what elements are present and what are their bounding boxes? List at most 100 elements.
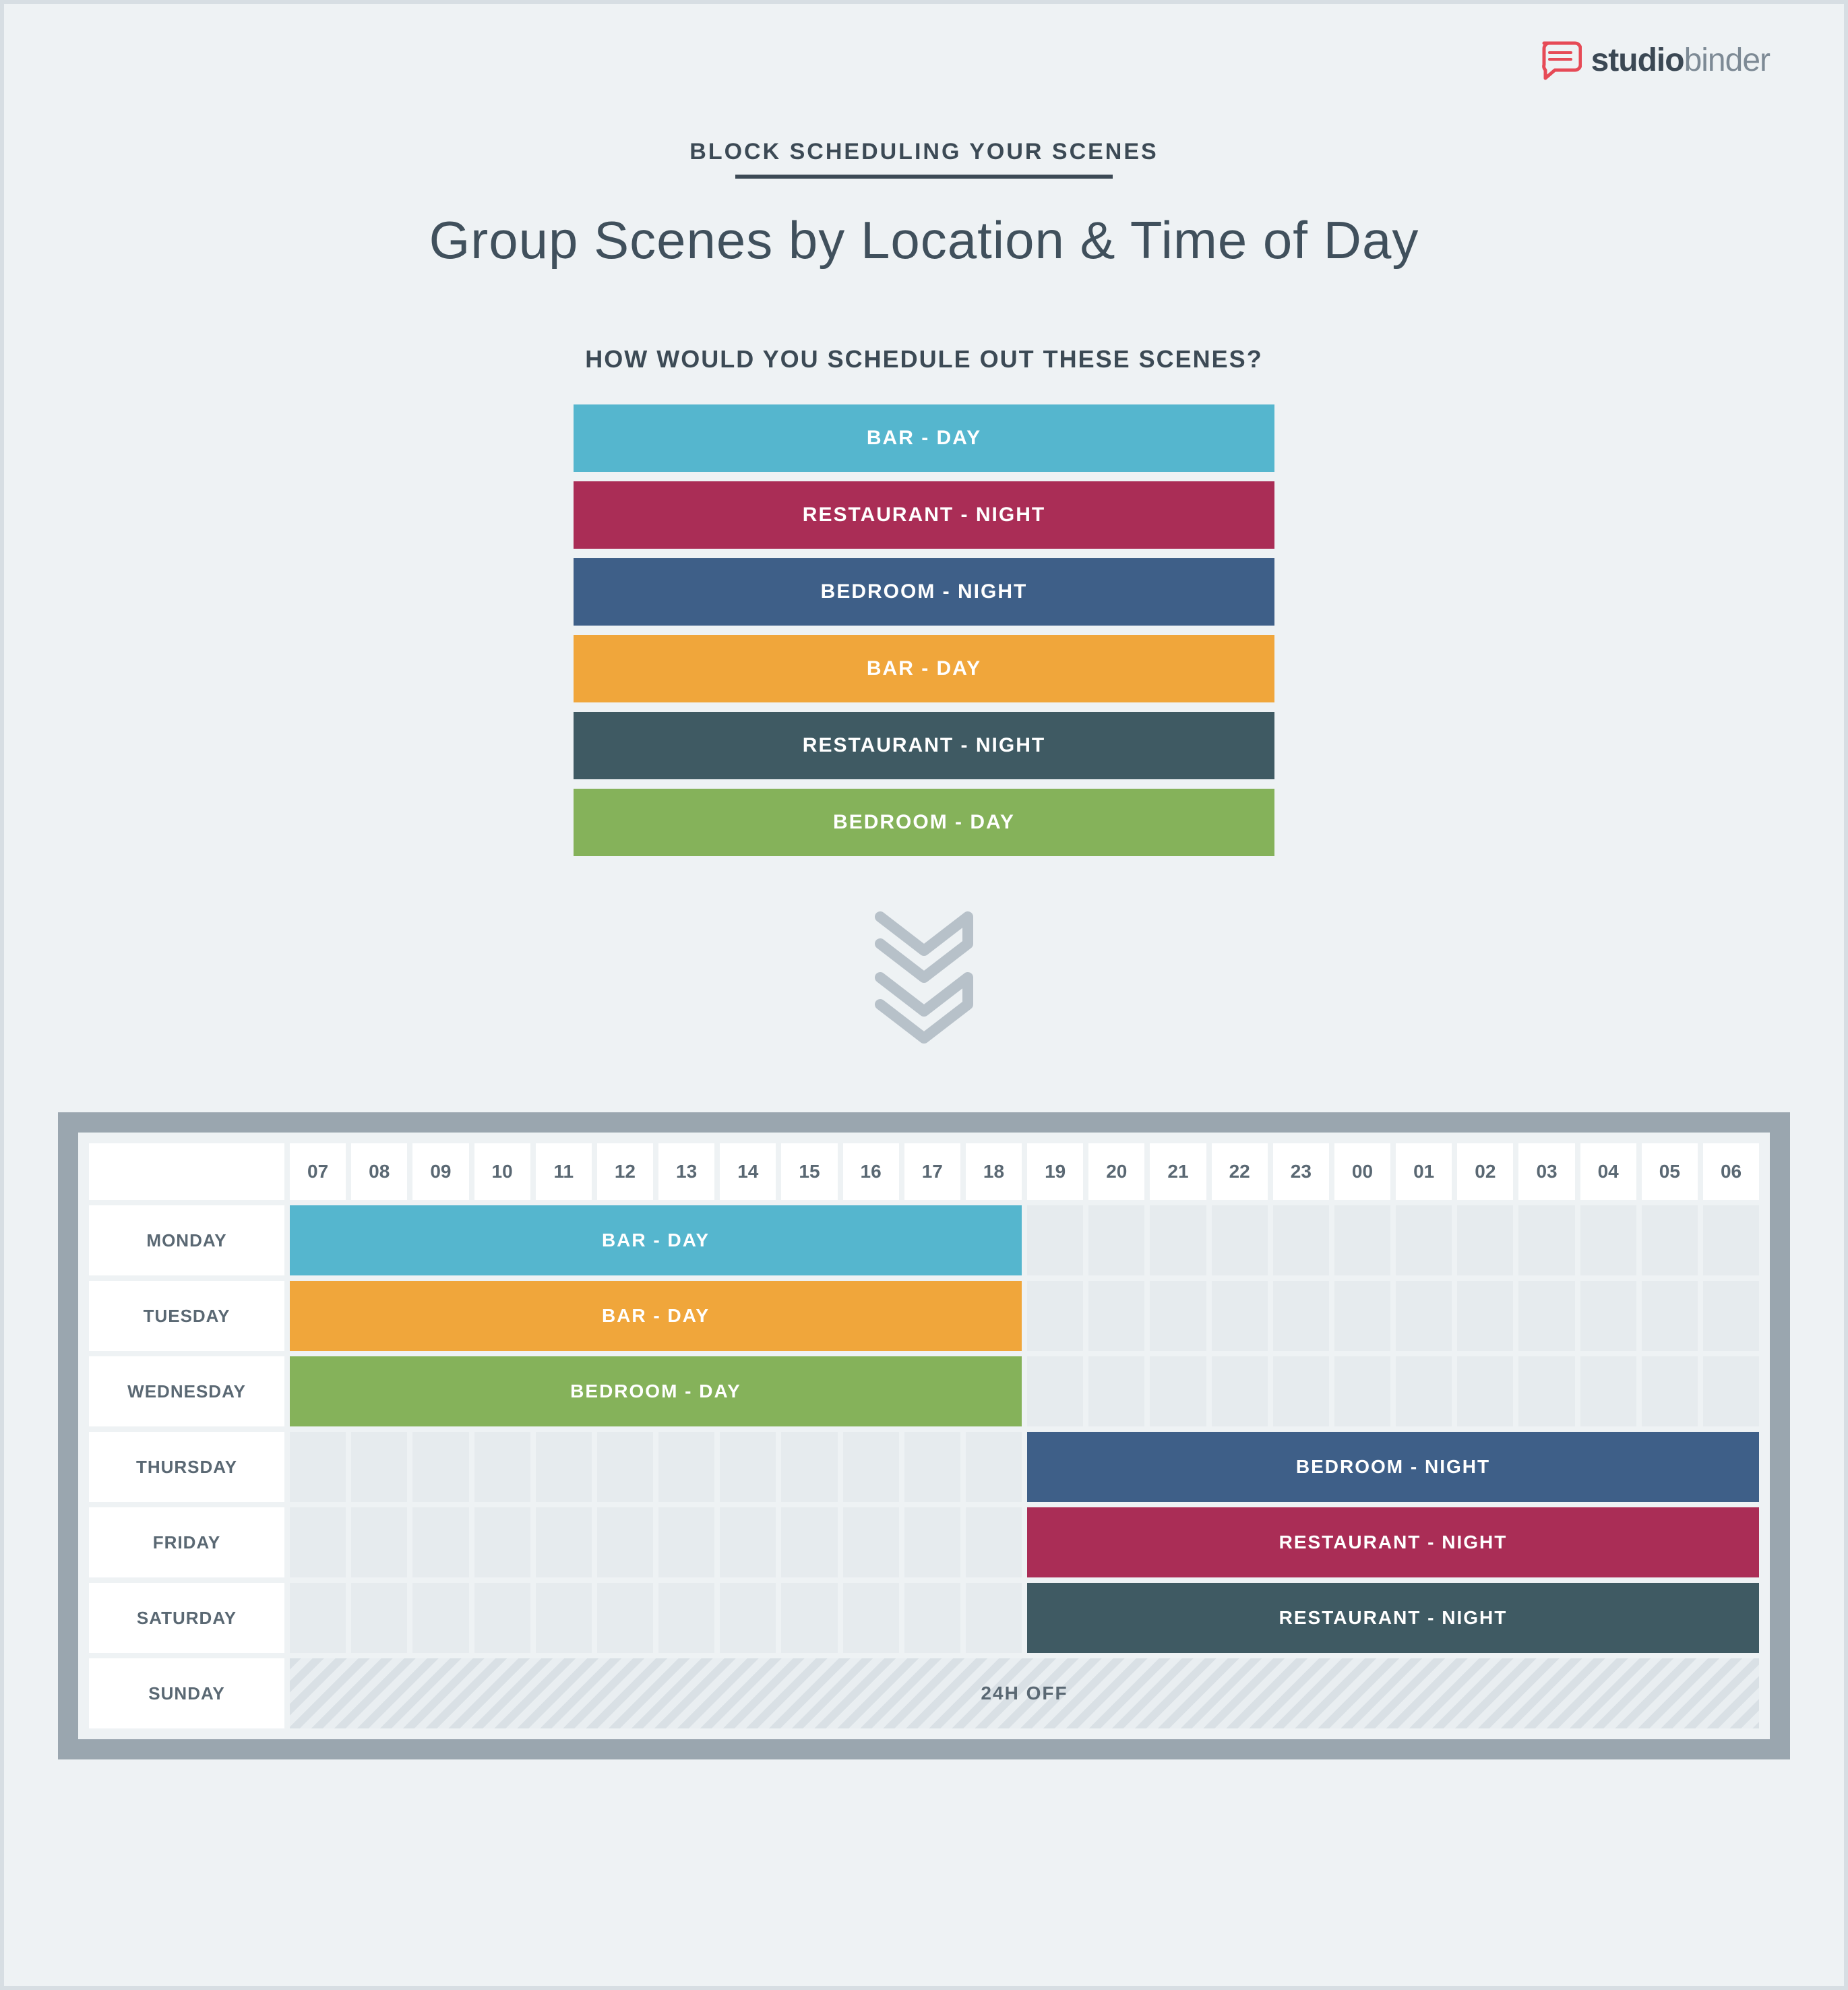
scene-strip: BEDROOM - NIGHT [574, 558, 1274, 626]
hour-cell [1396, 1281, 1452, 1351]
hour-header-cell: 07 [290, 1143, 346, 1200]
hour-cell [1703, 1205, 1759, 1275]
hour-cell [1396, 1205, 1452, 1275]
hour-cell [351, 1583, 407, 1653]
hour-cell [1703, 1281, 1759, 1351]
hour-cell [351, 1432, 407, 1502]
schedule-header-row: 0708091011121314151617181920212223000102… [89, 1143, 1759, 1200]
hour-header-cell: 13 [658, 1143, 714, 1200]
hour-header-cell: 19 [1027, 1143, 1083, 1200]
schedule-event: BAR - DAY [290, 1281, 1022, 1351]
hour-cell [412, 1432, 468, 1502]
day-label: SUNDAY [89, 1658, 284, 1728]
hour-header-cell: 23 [1273, 1143, 1329, 1200]
hour-cell [1088, 1356, 1144, 1426]
schedule-frame: 0708091011121314151617181920212223000102… [58, 1112, 1790, 1759]
hour-cell [1273, 1281, 1329, 1351]
hour-header-cell: 18 [966, 1143, 1022, 1200]
hour-cell [474, 1583, 530, 1653]
eyebrow-underline [735, 175, 1113, 179]
hour-cell [1334, 1281, 1390, 1351]
hour-cell [1580, 1281, 1636, 1351]
schedule-day-row: MONDAYBAR - DAY [89, 1205, 1759, 1275]
hour-cell [597, 1583, 653, 1653]
hour-cell [1027, 1281, 1083, 1351]
brand-name: studiobinder [1591, 42, 1770, 79]
hour-cell [1334, 1205, 1390, 1275]
hour-header-cell: 15 [781, 1143, 837, 1200]
hour-header-cell: 11 [536, 1143, 592, 1200]
hour-header-cell: 09 [412, 1143, 468, 1200]
hour-cell [474, 1507, 530, 1577]
hour-cell [1642, 1281, 1698, 1351]
hour-cell [1212, 1356, 1268, 1426]
hour-cell [658, 1583, 714, 1653]
hour-header-cell: 08 [351, 1143, 407, 1200]
scene-strip: BEDROOM - DAY [574, 789, 1274, 856]
hour-header-cell: 14 [720, 1143, 776, 1200]
brand-name-light: binder [1684, 42, 1770, 78]
hour-cell [597, 1507, 653, 1577]
hour-cell [720, 1583, 776, 1653]
hour-cell [1457, 1205, 1513, 1275]
schedule-event: BEDROOM - NIGHT [1027, 1432, 1759, 1502]
day-label: MONDAY [89, 1205, 284, 1275]
hour-cell [966, 1583, 1022, 1653]
hour-header-cell: 00 [1334, 1143, 1390, 1200]
brand-logo: studiobinder [1537, 38, 1770, 82]
hour-cell [412, 1583, 468, 1653]
hour-cell [351, 1507, 407, 1577]
hour-cell [720, 1432, 776, 1502]
hour-cell [536, 1432, 592, 1502]
hour-cell [1703, 1356, 1759, 1426]
page: studiobinder BLOCK SCHEDULING YOUR SCENE… [0, 0, 1848, 1990]
scene-strip-list: BAR - DAYRESTAURANT - NIGHTBEDROOM - NIG… [574, 404, 1274, 856]
hour-cell [658, 1432, 714, 1502]
hour-cell [1212, 1281, 1268, 1351]
schedule-day-row: TUESDAYBAR - DAY [89, 1281, 1759, 1351]
schedule-day-row: THURSDAY BEDROOM - NIGHT [89, 1432, 1759, 1502]
hour-cell [843, 1583, 899, 1653]
schedule-event: RESTAURANT - NIGHT [1027, 1583, 1759, 1653]
hour-cell [290, 1432, 346, 1502]
hour-cell [966, 1432, 1022, 1502]
schedule-event: BEDROOM - DAY [290, 1356, 1022, 1426]
hour-header-cell: 22 [1212, 1143, 1268, 1200]
hour-cell [1150, 1281, 1206, 1351]
hour-cell [966, 1507, 1022, 1577]
hour-header-cell: 02 [1457, 1143, 1513, 1200]
hour-cell [1088, 1281, 1144, 1351]
hour-cell [1518, 1356, 1574, 1426]
hour-cell [1518, 1205, 1574, 1275]
subheading-question: HOW WOULD YOU SCHEDULE OUT THESE SCENES? [58, 345, 1790, 373]
hour-cell [658, 1507, 714, 1577]
day-label: WEDNESDAY [89, 1356, 284, 1426]
hour-header-cell: 06 [1703, 1143, 1759, 1200]
day-label: TUESDAY [89, 1281, 284, 1351]
eyebrow: BLOCK SCHEDULING YOUR SCENES [58, 139, 1790, 165]
day-label: THURSDAY [89, 1432, 284, 1502]
hour-cell [1212, 1205, 1268, 1275]
hour-cell [1150, 1205, 1206, 1275]
hour-cell [290, 1583, 346, 1653]
schedule-day-row: WEDNESDAYBEDROOM - DAY [89, 1356, 1759, 1426]
hour-cell [1027, 1356, 1083, 1426]
hour-header-cell: 05 [1642, 1143, 1698, 1200]
hour-cell [843, 1507, 899, 1577]
schedule-event: RESTAURANT - NIGHT [1027, 1507, 1759, 1577]
hour-cell [1642, 1356, 1698, 1426]
hour-cell [597, 1432, 653, 1502]
hour-cell [1334, 1356, 1390, 1426]
hour-cell [781, 1432, 837, 1502]
hour-cell [904, 1432, 960, 1502]
hour-cell [536, 1507, 592, 1577]
schedule-event: BAR - DAY [290, 1205, 1022, 1275]
hour-cell [1457, 1356, 1513, 1426]
down-chevrons-icon [58, 903, 1790, 1052]
hour-header-cell: 12 [597, 1143, 653, 1200]
hour-cell [1273, 1205, 1329, 1275]
schedule-corner-cell [89, 1143, 284, 1200]
page-title: Group Scenes by Location & Time of Day [58, 210, 1790, 271]
hour-cell [843, 1432, 899, 1502]
hour-header-cell: 21 [1150, 1143, 1206, 1200]
